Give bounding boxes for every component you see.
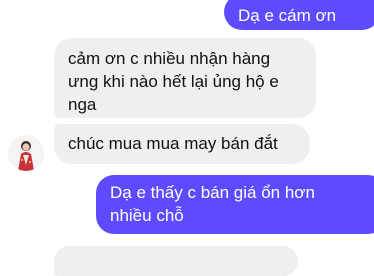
message-text: nhiều chỗ — [110, 206, 184, 225]
message-thread: Dạ e cám ơn cảm ơn c nhiều nhận hàng ưng… — [0, 0, 374, 276]
incoming-message-bubble[interactable]: cảm ơn c nhiều nhận hàng ưng khi nào hết… — [54, 38, 316, 118]
outgoing-message-bubble[interactable]: Dạ e thấy c bán giá ổn hơn nhiều chỗ — [96, 175, 374, 234]
contact-avatar-icon[interactable] — [8, 135, 44, 171]
incoming-message-bubble[interactable] — [54, 246, 298, 276]
outgoing-message-bubble[interactable]: Dạ e cám ơn — [224, 0, 374, 30]
incoming-message-bubble[interactable]: chúc mua mua may bán đắt — [54, 124, 310, 164]
message-text: nga — [68, 95, 97, 114]
avatar-picture — [8, 135, 44, 171]
message-text: Dạ e thấy c bán giá ổn hơn — [110, 183, 315, 202]
message-text: Dạ e cám ơn — [238, 6, 337, 25]
message-text: chúc mua mua may bán đắt — [68, 134, 278, 153]
message-text: cảm ơn c nhiều nhận hàng — [68, 49, 271, 68]
message-text: ưng khi nào hết lại ủng hộ e — [68, 72, 279, 91]
